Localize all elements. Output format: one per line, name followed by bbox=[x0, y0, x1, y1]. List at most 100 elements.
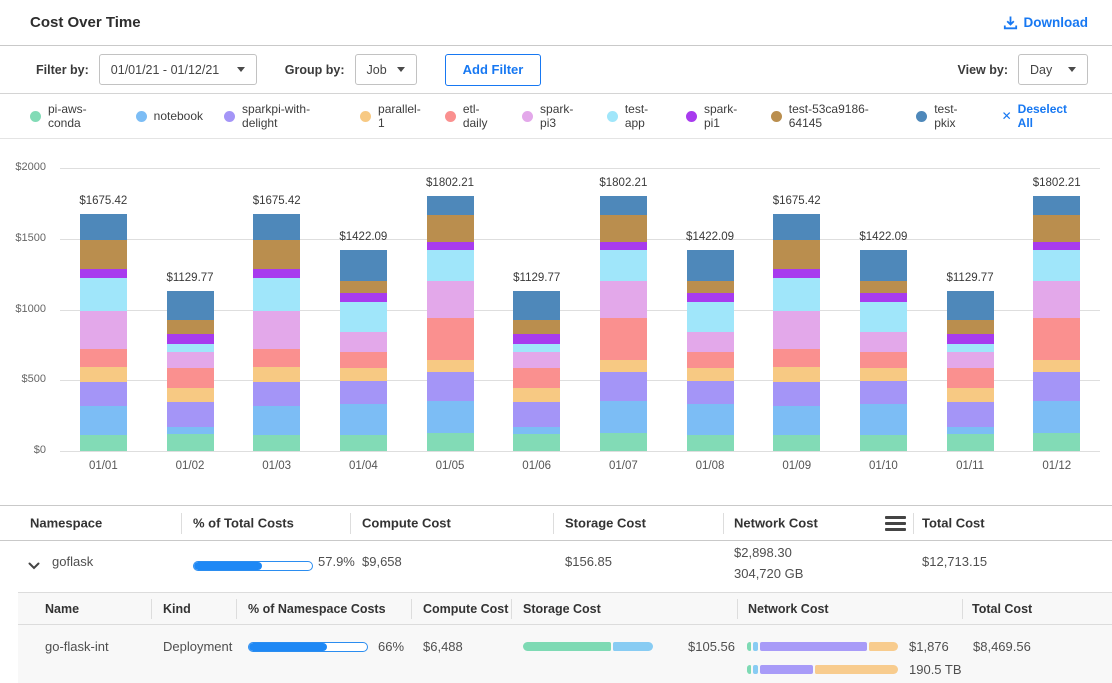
bar-segment-sparkpi-with-delight[interactable] bbox=[1033, 372, 1080, 402]
bar-segment-parallel-1[interactable] bbox=[687, 368, 734, 381]
date-range-dropdown[interactable]: 01/01/21 - 01/12/21 bbox=[99, 54, 257, 85]
bar-segment-test-pkix[interactable] bbox=[340, 250, 387, 281]
col-network-cost[interactable]: Network Cost bbox=[734, 516, 818, 531]
col-compute-cost[interactable]: Compute Cost bbox=[423, 602, 508, 616]
col-storage-cost[interactable]: Storage Cost bbox=[565, 516, 646, 531]
bar-segment-pi-aws-conda[interactable] bbox=[167, 434, 214, 451]
bar-segment-etl-daily[interactable] bbox=[1033, 318, 1080, 360]
bar-segment-test-53ca9186-64145[interactable] bbox=[253, 240, 300, 269]
col-total-cost[interactable]: Total Cost bbox=[922, 516, 985, 531]
bar-segment-sparkpi-with-delight[interactable] bbox=[947, 402, 994, 427]
stacked-bar-01/02[interactable] bbox=[167, 291, 214, 451]
bar-segment-pi-aws-conda[interactable] bbox=[1033, 433, 1080, 451]
bar-segment-spark-pi1[interactable] bbox=[340, 293, 387, 302]
bar-segment-test-53ca9186-64145[interactable] bbox=[427, 215, 474, 242]
bar-segment-notebook[interactable] bbox=[860, 404, 907, 434]
bar-segment-pi-aws-conda[interactable] bbox=[860, 435, 907, 451]
col-storage-cost[interactable]: Storage Cost bbox=[523, 602, 601, 616]
bar-segment-spark-pi3[interactable] bbox=[340, 332, 387, 352]
bar-segment-notebook[interactable] bbox=[947, 427, 994, 434]
bar-segment-test-app[interactable] bbox=[773, 278, 820, 311]
bar-segment-parallel-1[interactable] bbox=[600, 360, 647, 371]
bar-segment-etl-daily[interactable] bbox=[513, 368, 560, 388]
view-by-dropdown[interactable]: Day bbox=[1018, 54, 1088, 85]
stacked-bar-01/03[interactable] bbox=[253, 214, 300, 451]
bar-segment-sparkpi-with-delight[interactable] bbox=[773, 382, 820, 406]
bar-segment-test-pkix[interactable] bbox=[860, 250, 907, 281]
bar-segment-test-app[interactable] bbox=[513, 344, 560, 352]
bar-segment-notebook[interactable] bbox=[600, 401, 647, 432]
bar-segment-spark-pi1[interactable] bbox=[947, 334, 994, 344]
download-button[interactable]: Download bbox=[1003, 15, 1089, 30]
bar-segment-test-pkix[interactable] bbox=[947, 291, 994, 320]
bar-segment-notebook[interactable] bbox=[80, 406, 127, 435]
bar-segment-test-app[interactable] bbox=[600, 250, 647, 281]
bar-segment-test-pkix[interactable] bbox=[687, 250, 734, 281]
bar-segment-pi-aws-conda[interactable] bbox=[427, 433, 474, 451]
legend-item-etl-daily[interactable]: etl-daily bbox=[445, 102, 501, 130]
bar-segment-test-pkix[interactable] bbox=[1033, 196, 1080, 215]
bar-segment-notebook[interactable] bbox=[340, 404, 387, 434]
bar-segment-spark-pi3[interactable] bbox=[427, 281, 474, 318]
bar-segment-test-pkix[interactable] bbox=[600, 196, 647, 215]
bar-segment-etl-daily[interactable] bbox=[80, 349, 127, 367]
bar-segment-test-53ca9186-64145[interactable] bbox=[860, 281, 907, 293]
bar-segment-etl-daily[interactable] bbox=[600, 318, 647, 360]
bar-segment-spark-pi3[interactable] bbox=[600, 281, 647, 318]
bar-segment-notebook[interactable] bbox=[253, 406, 300, 435]
col-compute-cost[interactable]: Compute Cost bbox=[362, 516, 451, 531]
bar-segment-test-pkix[interactable] bbox=[427, 196, 474, 215]
bar-segment-spark-pi3[interactable] bbox=[860, 332, 907, 352]
bar-segment-test-53ca9186-64145[interactable] bbox=[947, 320, 994, 334]
bar-segment-sparkpi-with-delight[interactable] bbox=[167, 402, 214, 427]
bar-segment-parallel-1[interactable] bbox=[947, 388, 994, 402]
bar-segment-test-app[interactable] bbox=[860, 302, 907, 332]
legend-item-test-pkix[interactable]: test-pkix bbox=[916, 102, 975, 130]
bar-segment-pi-aws-conda[interactable] bbox=[947, 434, 994, 451]
bar-segment-notebook[interactable] bbox=[773, 406, 820, 435]
bar-segment-spark-pi3[interactable] bbox=[253, 311, 300, 349]
namespace-row-goflask[interactable]: goflask 57.9% $9,658 $156.85 $2,898.30 3… bbox=[0, 541, 1112, 592]
bar-segment-test-app[interactable] bbox=[947, 344, 994, 352]
bar-segment-sparkpi-with-delight[interactable] bbox=[513, 402, 560, 427]
bar-segment-test-53ca9186-64145[interactable] bbox=[80, 240, 127, 269]
bar-segment-spark-pi1[interactable] bbox=[1033, 242, 1080, 250]
bar-segment-pi-aws-conda[interactable] bbox=[340, 435, 387, 451]
bar-segment-parallel-1[interactable] bbox=[1033, 360, 1080, 371]
bar-segment-test-53ca9186-64145[interactable] bbox=[167, 320, 214, 334]
bar-segment-spark-pi1[interactable] bbox=[600, 242, 647, 250]
workload-row-go-flask-int[interactable]: go-flask-int Deployment 66% $6,488 $105.… bbox=[18, 625, 1112, 683]
col-total-cost[interactable]: Total Cost bbox=[972, 602, 1032, 616]
legend-item-sparkpi-with-delight[interactable]: sparkpi-with-delight bbox=[224, 102, 339, 130]
bar-segment-spark-pi1[interactable] bbox=[860, 293, 907, 302]
bar-segment-test-53ca9186-64145[interactable] bbox=[340, 281, 387, 293]
bar-segment-notebook[interactable] bbox=[513, 427, 560, 434]
bar-segment-parallel-1[interactable] bbox=[167, 388, 214, 402]
menu-icon[interactable] bbox=[885, 516, 906, 534]
bar-segment-spark-pi3[interactable] bbox=[1033, 281, 1080, 318]
bar-segment-spark-pi1[interactable] bbox=[513, 334, 560, 344]
legend-item-parallel-1[interactable]: parallel-1 bbox=[360, 102, 424, 130]
stacked-bar-01/11[interactable] bbox=[947, 291, 994, 451]
bar-segment-sparkpi-with-delight[interactable] bbox=[340, 381, 387, 404]
bar-segment-spark-pi1[interactable] bbox=[687, 293, 734, 302]
bar-segment-test-pkix[interactable] bbox=[773, 214, 820, 240]
bar-segment-parallel-1[interactable] bbox=[80, 367, 127, 382]
bar-segment-spark-pi3[interactable] bbox=[947, 352, 994, 369]
stacked-bar-01/05[interactable] bbox=[427, 196, 474, 451]
bar-segment-test-app[interactable] bbox=[687, 302, 734, 332]
bar-segment-spark-pi3[interactable] bbox=[773, 311, 820, 349]
col-kind[interactable]: Kind bbox=[163, 602, 191, 616]
bar-segment-etl-daily[interactable] bbox=[340, 352, 387, 368]
bar-segment-pi-aws-conda[interactable] bbox=[80, 435, 127, 451]
legend-item-spark-pi3[interactable]: spark-pi3 bbox=[522, 102, 586, 130]
stacked-bar-01/08[interactable] bbox=[687, 250, 734, 451]
col-network-cost[interactable]: Network Cost bbox=[748, 602, 829, 616]
bar-segment-test-53ca9186-64145[interactable] bbox=[687, 281, 734, 293]
bar-segment-test-53ca9186-64145[interactable] bbox=[513, 320, 560, 334]
bar-segment-test-53ca9186-64145[interactable] bbox=[600, 215, 647, 242]
bar-segment-parallel-1[interactable] bbox=[253, 367, 300, 382]
bar-segment-notebook[interactable] bbox=[687, 404, 734, 434]
bar-segment-pi-aws-conda[interactable] bbox=[773, 435, 820, 451]
bar-segment-spark-pi1[interactable] bbox=[167, 334, 214, 344]
